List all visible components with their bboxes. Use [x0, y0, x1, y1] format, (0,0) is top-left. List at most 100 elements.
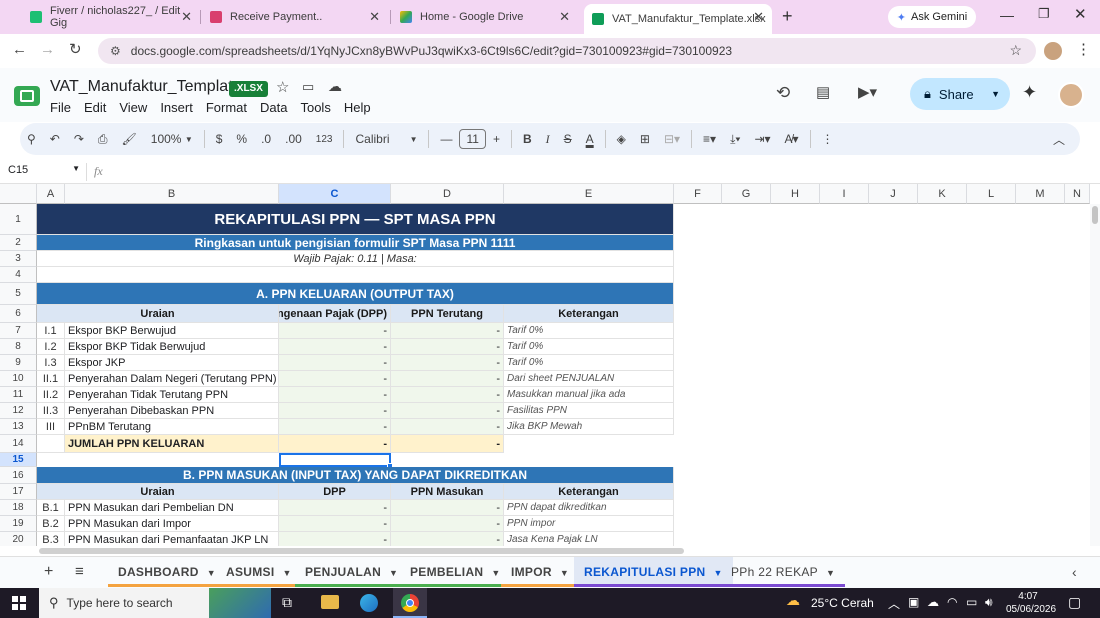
new-tab-button[interactable]: +	[782, 6, 793, 27]
chrome-taskbar-button[interactable]	[393, 588, 427, 618]
column-header-b[interactable]: B	[65, 184, 279, 204]
undo-icon[interactable]: ↶	[43, 132, 67, 146]
menu-edit[interactable]: Edit	[84, 100, 106, 115]
column-header-k[interactable]: K	[918, 184, 967, 204]
selected-cell-c15[interactable]	[279, 453, 391, 467]
cloud-status-icon[interactable]: ☁	[328, 78, 342, 95]
column-header-g[interactable]: G	[722, 184, 771, 204]
column-header-j[interactable]: J	[869, 184, 918, 204]
row-header-9[interactable]: 9	[0, 355, 37, 371]
row-header-6[interactable]: 6	[0, 305, 37, 323]
table-row-uraian[interactable]: PPN Masukan dari Impor	[65, 516, 279, 532]
close-icon[interactable]: ✕	[181, 9, 192, 25]
chevron-down-icon[interactable]: ▼	[991, 89, 1000, 99]
table-row-keterangan[interactable]: PPN dapat dikreditkan	[504, 500, 674, 516]
decrease-font-size-button[interactable]: —	[433, 132, 459, 146]
sheet-tab-pembelian[interactable]: PEMBELIAN ▼	[400, 557, 511, 587]
row-header-20[interactable]: 20	[0, 532, 37, 546]
column-header-d[interactable]: D	[391, 184, 504, 204]
profile-avatar[interactable]	[1044, 42, 1062, 60]
table-row-dpp[interactable]: -	[279, 532, 391, 546]
row-header-3[interactable]: 3	[0, 251, 37, 267]
table-row-dpp[interactable]: -	[279, 355, 391, 371]
table-row-ppn[interactable]: -	[391, 339, 504, 355]
move-folder-icon[interactable]: ▭	[302, 79, 314, 95]
back-icon[interactable]: ←	[12, 41, 27, 58]
table-row-number[interactable]: I.1	[37, 323, 65, 339]
section-a-col-keterangan[interactable]: Keterangan	[504, 305, 674, 323]
table-row-uraian[interactable]: Penyerahan Tidak Terutang PPN	[65, 387, 279, 403]
sheet-tab-penjualan[interactable]: PENJUALAN ▼	[295, 557, 409, 587]
table-row-uraian[interactable]: Penyerahan Dibebaskan PPN	[65, 403, 279, 419]
edge-icon[interactable]	[360, 594, 378, 612]
table-row-number[interactable]: II.1	[37, 371, 65, 387]
row-header-2[interactable]: 2	[0, 235, 37, 251]
taxpayer-info[interactable]: Wajib Pajak: 0.11 | Masa:	[37, 251, 674, 267]
restore-icon[interactable]: ❐	[1038, 6, 1050, 22]
column-header-n[interactable]: N	[1065, 184, 1090, 204]
total-output-ppn[interactable]: -	[391, 435, 504, 453]
table-row-number[interactable]: I.2	[37, 339, 65, 355]
menu-file[interactable]: File	[50, 100, 71, 115]
scrollbar-thumb[interactable]	[39, 548, 684, 554]
all-sheets-icon[interactable]: ≡	[75, 563, 84, 580]
ask-gemini-button[interactable]: ✦ Ask Gemini	[888, 6, 976, 28]
table-row-keterangan[interactable]: Jika BKP Mewah	[504, 419, 674, 435]
sheet-tab-pph22-rekap[interactable]: PPh 22 REKAP ▼	[721, 557, 846, 587]
table-row-dpp[interactable]: -	[279, 323, 391, 339]
table-row-uraian[interactable]: Ekspor BKP Berwujud	[65, 323, 279, 339]
row-header-13[interactable]: 13	[0, 419, 37, 435]
section-b-col-uraian[interactable]: Uraian	[37, 484, 279, 500]
menu-help[interactable]: Help	[344, 100, 371, 115]
table-row-keterangan[interactable]: Tarif 0%	[504, 355, 674, 371]
chevron-up-icon[interactable]: ︿	[888, 595, 900, 612]
row-header-19[interactable]: 19	[0, 516, 37, 532]
search-menus-icon[interactable]: ⚲	[20, 132, 43, 146]
formula-input[interactable]	[120, 163, 1080, 181]
percent-format-button[interactable]: %	[229, 132, 254, 146]
table-row-ppn[interactable]: -	[391, 355, 504, 371]
browser-menu-icon[interactable]: ⋮	[1076, 40, 1091, 58]
close-icon[interactable]: ✕	[559, 9, 570, 25]
number-format-button[interactable]: 123	[309, 134, 340, 145]
select-all-corner[interactable]	[0, 184, 37, 204]
vertical-scrollbar[interactable]	[1090, 204, 1100, 546]
section-b-col-dpp[interactable]: DPP	[279, 484, 391, 500]
sheet-tab-impor[interactable]: IMPOR ▼	[501, 557, 580, 587]
table-row-dpp[interactable]: -	[279, 387, 391, 403]
table-row-ppn[interactable]: -	[391, 419, 504, 435]
menu-data[interactable]: Data	[260, 100, 287, 115]
table-row-dpp[interactable]: -	[279, 403, 391, 419]
row-header-11[interactable]: 11	[0, 387, 37, 403]
section-a-col-dpp[interactable]: Dasar Pengenaan Pajak (DPP)	[279, 305, 391, 323]
weather-text[interactable]: 25°C Cerah	[811, 596, 874, 610]
borders-icon[interactable]: ⊞	[633, 132, 657, 146]
table-row-ppn[interactable]: -	[391, 387, 504, 403]
sheet-title[interactable]: REKAPITULASI PPN — SPT MASA PPN	[37, 204, 674, 235]
table-row-uraian[interactable]: Penyerahan Dalam Negeri (Terutang PPN)	[65, 371, 279, 387]
menu-format[interactable]: Format	[206, 100, 247, 115]
more-options-icon[interactable]: ⋮	[815, 132, 841, 146]
row-header-1[interactable]: 1	[0, 204, 37, 235]
windows-start-icon[interactable]	[12, 596, 26, 610]
row-header-5[interactable]: 5	[0, 283, 37, 305]
table-row-ppn[interactable]: -	[391, 371, 504, 387]
battery-icon[interactable]: ▭	[966, 595, 977, 609]
reload-icon[interactable]: ↻	[69, 40, 82, 58]
task-view-icon[interactable]: ⧉	[282, 594, 292, 611]
row-header-8[interactable]: 8	[0, 339, 37, 355]
column-header-i[interactable]: I	[820, 184, 869, 204]
table-row-keterangan[interactable]: Masukkan manual jika ada	[504, 387, 674, 403]
column-header-c[interactable]: C	[279, 184, 391, 204]
table-row-number[interactable]: III	[37, 419, 65, 435]
scroll-tabs-left-icon[interactable]: ‹	[1072, 564, 1077, 580]
share-button[interactable]: 🔒︎ Share ▼	[910, 78, 1010, 110]
account-avatar[interactable]	[1058, 82, 1084, 108]
table-row-ppn[interactable]: -	[391, 532, 504, 546]
row-header-16[interactable]: 16	[0, 467, 37, 484]
sheet-tab-rekapitulasi-ppn[interactable]: REKAPITULASI PPN ▼	[574, 557, 733, 587]
table-row-keterangan[interactable]: PPN impor	[504, 516, 674, 532]
redo-icon[interactable]: ↷	[67, 132, 91, 146]
table-row-keterangan[interactable]: Fasilitas PPN	[504, 403, 674, 419]
table-row-uraian[interactable]: PPN Masukan dari Pembelian DN	[65, 500, 279, 516]
